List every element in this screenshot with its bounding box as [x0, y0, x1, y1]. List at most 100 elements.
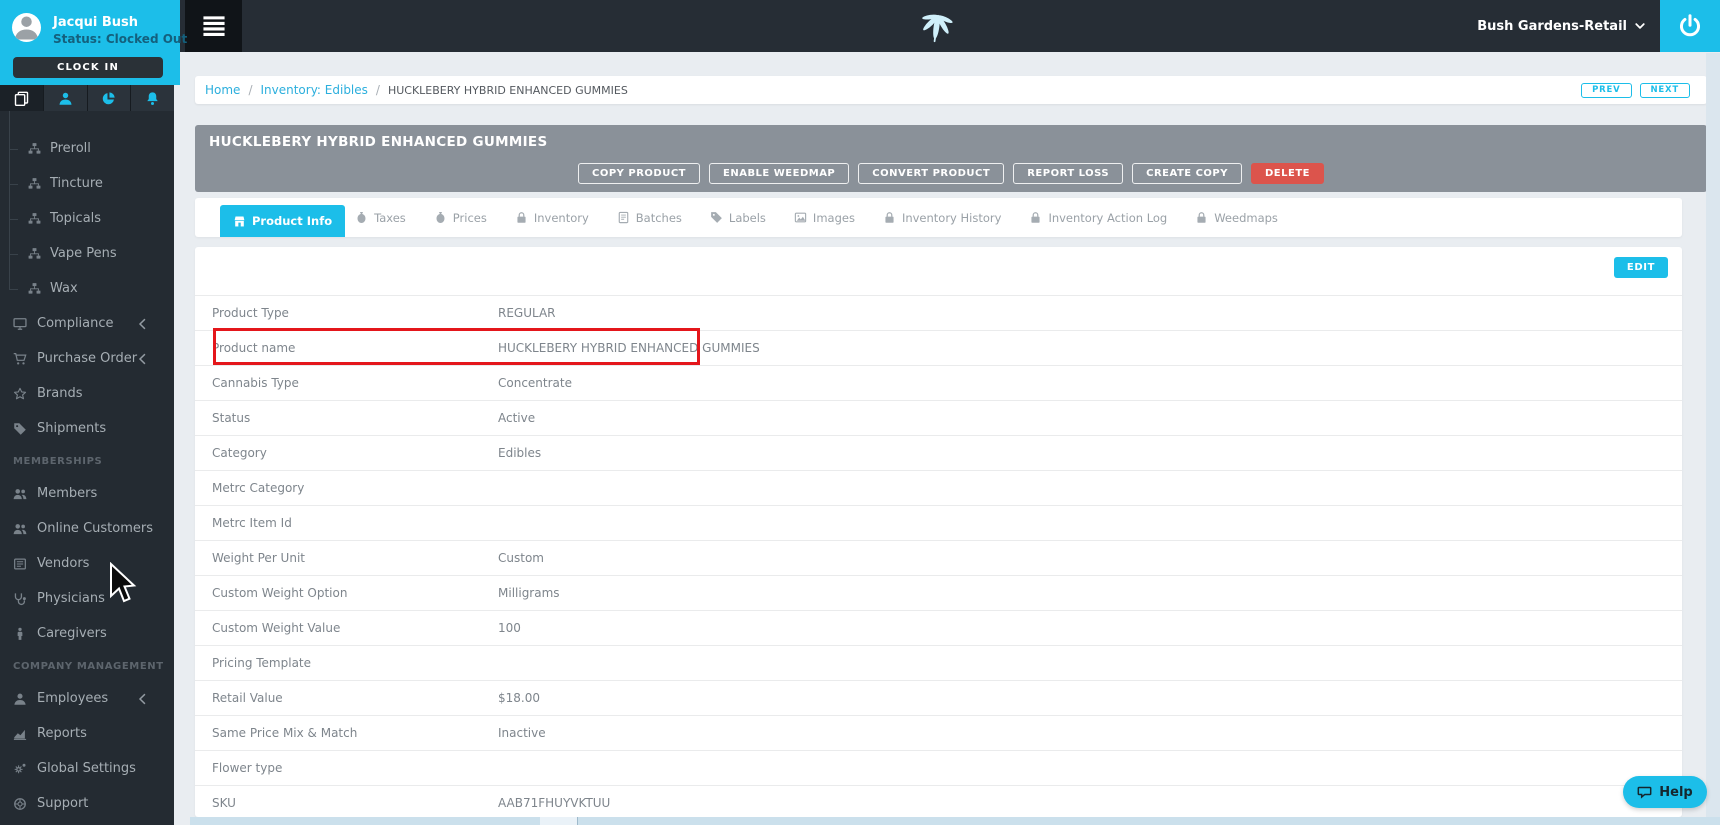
tab-label: Inventory Action Log: [1048, 211, 1167, 225]
pages-icon: [14, 91, 29, 106]
clock-in-button[interactable]: CLOCK IN: [13, 57, 163, 78]
table-row-weight-per-unit: Weight Per UnitCustom: [195, 540, 1682, 575]
tab-label: Labels: [729, 211, 766, 225]
horizontal-scrollbar[interactable]: [190, 817, 1720, 825]
sidebar-item-label: Vendors: [37, 556, 89, 571]
prev-button[interactable]: PREV: [1581, 83, 1631, 98]
moneybag-icon: [355, 211, 368, 224]
row-label: Cannabis Type: [212, 376, 498, 390]
sidebar-item-employees[interactable]: Employees: [0, 681, 174, 716]
row-label: Flower type: [212, 761, 498, 775]
user-panel: Jacqui Bush Status: Clocked Out CLOCK IN: [0, 0, 180, 85]
tab-prices[interactable]: Prices: [434, 211, 487, 225]
sidebar-item-support[interactable]: Support: [0, 786, 174, 821]
bell-icon: [145, 91, 160, 106]
sidebar-item-topicals[interactable]: Topicals: [0, 201, 174, 236]
row-value: Concentrate: [498, 376, 572, 390]
tab-product-info[interactable]: Product Info: [220, 205, 345, 237]
sidebar-item-members[interactable]: Members: [0, 476, 174, 511]
row-label: Custom Weight Option: [212, 586, 498, 600]
sidebar-item-caregivers[interactable]: Caregivers: [0, 616, 174, 651]
sidebar-item-physicians[interactable]: Physicians: [0, 581, 174, 616]
tab-weedmaps[interactable]: Weedmaps: [1195, 211, 1278, 225]
newspaper-icon: [13, 557, 27, 571]
table-row-cannabis-type: Cannabis TypeConcentrate: [195, 365, 1682, 400]
sidebar-item-preroll[interactable]: Preroll: [0, 131, 174, 166]
product-tabs: Product Info Taxes Prices Inventory Batches L…: [195, 198, 1682, 237]
sidebar-item-purchase-order[interactable]: Purchase Order: [0, 341, 174, 376]
sidebar-item-label: Reports: [37, 726, 87, 741]
table-row-flower-type: Flower type: [195, 750, 1682, 785]
row-label: Category: [212, 446, 498, 460]
help-label: Help: [1659, 785, 1692, 800]
help-button[interactable]: Help: [1623, 776, 1707, 808]
tag-icon: [710, 211, 723, 224]
sitemap-icon: [28, 177, 41, 190]
tab-inventory-history[interactable]: Inventory History: [883, 211, 1002, 225]
sidebar-item-reports[interactable]: Reports: [0, 716, 174, 751]
breadcrumb-inventory-link[interactable]: Inventory: Edibles: [260, 83, 367, 97]
sidebar-item-label: Preroll: [50, 141, 91, 156]
breadcrumb-home-link[interactable]: Home: [205, 83, 240, 97]
tab-inventory-action-log[interactable]: Inventory Action Log: [1029, 211, 1167, 225]
gears-icon: [13, 762, 27, 776]
tag-icon: [13, 422, 27, 436]
tab-label: Product Info: [252, 214, 332, 228]
sidebar-item-label: Caregivers: [37, 626, 107, 641]
next-button[interactable]: NEXT: [1640, 83, 1690, 98]
delete-button[interactable]: DELETE: [1251, 163, 1324, 184]
table-row-custom-weight-value: Custom Weight Value100: [195, 610, 1682, 645]
enable-weedmap-button[interactable]: ENABLE WEEDMAP: [709, 163, 849, 184]
tab-taxes[interactable]: Taxes: [355, 211, 406, 225]
sidebar-item-label: Compliance: [37, 316, 114, 331]
tab-labels[interactable]: Labels: [710, 211, 766, 225]
table-row-product-type: Product TypeREGULAR: [195, 295, 1682, 330]
logout-power-button[interactable]: [1660, 0, 1720, 52]
report-loss-button[interactable]: REPORT LOSS: [1013, 163, 1123, 184]
row-value: $18.00: [498, 691, 540, 705]
row-value: REGULAR: [498, 306, 556, 320]
sidebar-item-online-customers[interactable]: Online Customers: [0, 511, 174, 546]
users-icon: [13, 522, 27, 536]
avatar: [12, 13, 41, 42]
sidebar-item-wax[interactable]: Wax: [0, 271, 174, 306]
vertical-scrollbar[interactable]: [1706, 53, 1720, 817]
sitemap-icon: [28, 142, 41, 155]
convert-product-button[interactable]: CONVERT PRODUCT: [858, 163, 1004, 184]
sidebar-item-brands[interactable]: Brands: [0, 376, 174, 411]
table-row-pricing-template: Pricing Template: [195, 645, 1682, 680]
sidebar-item-label: Global Settings: [37, 761, 136, 776]
chevron-left-icon: [136, 692, 150, 706]
tab-images[interactable]: Images: [794, 211, 855, 225]
monitor-icon: [13, 317, 27, 331]
sidebar-item-shipments[interactable]: Shipments: [0, 411, 174, 446]
horizontal-scrollbar-thumb[interactable]: [540, 817, 578, 825]
row-label: Pricing Template: [212, 656, 498, 670]
copy-product-button[interactable]: COPY PRODUCT: [578, 163, 700, 184]
sidebar-icon-tab-pie[interactable]: [87, 85, 131, 111]
sidebar-icon-tab-user[interactable]: [43, 85, 87, 111]
hamburger-menu-button[interactable]: [185, 0, 242, 52]
sidebar-item-tincture[interactable]: Tincture: [0, 166, 174, 201]
tab-inventory[interactable]: Inventory: [515, 211, 589, 225]
sidebar-item-label: Tincture: [50, 176, 103, 191]
create-copy-button[interactable]: CREATE COPY: [1132, 163, 1242, 184]
tab-batches[interactable]: Batches: [617, 211, 682, 225]
sidebar-item-vendors[interactable]: Vendors: [0, 546, 174, 581]
store-selector[interactable]: Bush Gardens-Retail: [1477, 0, 1646, 52]
breadcrumb-current: HUCKLEBERY HYBRID ENHANCED GUMMIES: [388, 84, 628, 97]
sidebar-icon-tab-bell[interactable]: [130, 85, 174, 111]
sidebar-item-vape-pens[interactable]: Vape Pens: [0, 236, 174, 271]
sidebar-item-label: Purchase Order: [37, 351, 137, 366]
sidebar-item-compliance[interactable]: Compliance: [0, 306, 174, 341]
sidebar: Preroll Tincture TopicalsVape PensWax Compl…: [0, 85, 174, 825]
chevron-left-icon: [136, 317, 150, 331]
edit-button[interactable]: EDIT: [1614, 257, 1668, 278]
sidebar-icon-tab-pages[interactable]: [0, 85, 43, 111]
table-row-product-name: Product nameHUCKLEBERY HYBRID ENHANCED G…: [195, 330, 1682, 365]
sidebar-icon-tabs: [0, 85, 174, 111]
table-row-status: StatusActive: [195, 400, 1682, 435]
row-value: Inactive: [498, 726, 546, 740]
sidebar-item-global-settings[interactable]: Global Settings: [0, 751, 174, 786]
caregiver-icon: [13, 627, 27, 641]
